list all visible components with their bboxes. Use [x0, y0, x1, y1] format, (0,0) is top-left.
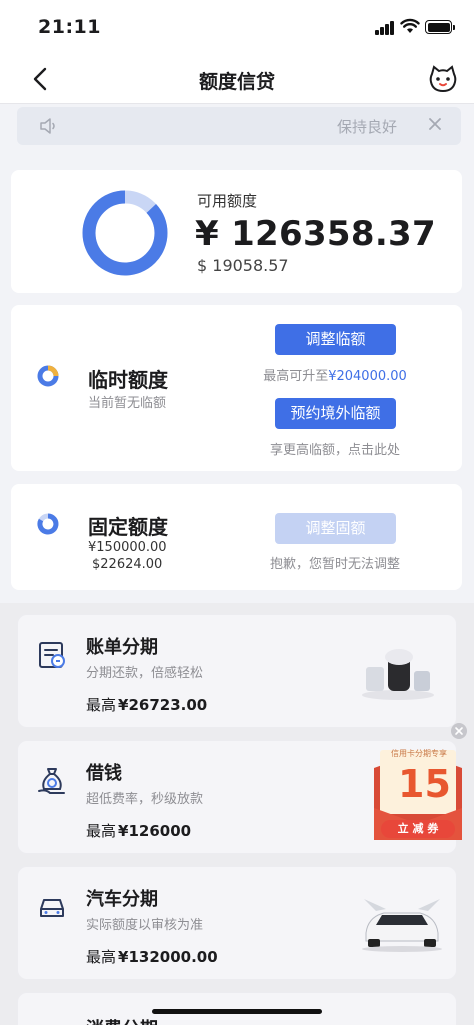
- appliances-illustration: [362, 649, 434, 700]
- notice-bar: 保持良好: [17, 107, 461, 145]
- speaker-icon: [40, 118, 55, 134]
- service-max: 最高 ¥26723.00: [86, 694, 207, 715]
- temporary-quota-max-note: 最高可升至¥204000.00: [245, 365, 425, 384]
- max-note-prefix: 最高可升至: [263, 369, 329, 384]
- service-desc: 实际额度以审核为准: [86, 918, 204, 933]
- car-illustration: [362, 899, 442, 952]
- service-title: 借钱: [86, 763, 122, 784]
- service-max-label: 最高: [86, 822, 117, 840]
- status-time: 21:11: [38, 16, 101, 38]
- fixed-quota-cny: ¥150000.00: [88, 540, 167, 555]
- notice-text: 保持良好: [336, 118, 397, 136]
- available-credit-usd: $ 19058.57: [197, 256, 289, 275]
- service-max-label: 最高: [86, 948, 117, 966]
- cat-mascot-icon[interactable]: [428, 64, 458, 94]
- coupon-number: 15: [398, 762, 451, 806]
- temporary-quota-card: 临时额度 当前暂无临额 调整临额 最高可升至¥204000.00 预约境外临额 …: [11, 305, 462, 471]
- max-note-value: ¥204000.00: [328, 369, 407, 384]
- service-desc: 分期还款，倍感轻松: [86, 666, 204, 681]
- service-max-value: ¥126000: [118, 822, 192, 840]
- coupon-tag: 信用卡分期专享: [391, 749, 447, 758]
- temporary-quota-subtitle: 当前暂无临额: [88, 396, 167, 411]
- temporary-quota-icon: [37, 365, 59, 387]
- overseas-quota-note: 享更高临额，点击此处: [269, 443, 400, 458]
- service-desc: 超低费率，秒级放款: [86, 792, 204, 807]
- available-credit-card: 可用额度 ¥ 126358.37 $ 19058.57: [11, 170, 462, 293]
- adjust-temporary-quota-button[interactable]: 调整临额: [275, 324, 396, 355]
- service-max-label: 最高: [86, 696, 117, 714]
- fixed-quota-title: 固定额度: [88, 515, 168, 539]
- service-title: 账单分期: [86, 637, 158, 658]
- service-title: 汽车分期: [86, 889, 158, 910]
- service-max-value: ¥26723.00: [118, 696, 208, 714]
- service-max: 最高 ¥126000: [86, 820, 191, 841]
- cellular-signal-icon: [375, 21, 395, 35]
- wifi-icon: [400, 18, 420, 33]
- car-icon: [40, 899, 64, 917]
- fixed-quota-icon: [37, 513, 59, 535]
- home-indicator: [152, 1009, 322, 1014]
- bill-installment-icon: [39, 642, 65, 668]
- temporary-quota-title: 临时额度: [88, 368, 168, 392]
- close-icon: [455, 727, 463, 735]
- money-bag-icon: [38, 768, 65, 794]
- service-card-bill-installment[interactable]: 账单分期 分期还款，倍感轻松 最高 ¥26723.00: [17, 614, 457, 728]
- credit-donut-chart: [82, 190, 168, 276]
- status-bar: 21:11: [0, 0, 474, 56]
- battery-icon: [425, 20, 455, 34]
- service-title: 消费分期: [86, 1015, 158, 1025]
- adjust-fixed-quota-button[interactable]: 调整固额: [275, 513, 396, 544]
- fixed-quota-card: 固定额度 ¥150000.00 $22624.00 调整固额 抱歉，您暂时无法调…: [11, 484, 462, 590]
- coupon-close-button[interactable]: [451, 723, 467, 739]
- service-max-value: ¥132000.00: [118, 948, 218, 966]
- available-credit-label: 可用额度: [197, 192, 258, 210]
- service-max: 最高 ¥132000.00: [86, 946, 218, 967]
- nav-bar: 额度信贷: [0, 56, 474, 104]
- fixed-quota-note: 抱歉，您暂时无法调整: [269, 557, 400, 572]
- page-title: 额度信贷: [198, 71, 275, 93]
- coupon-button[interactable]: 立 减 券: [381, 820, 455, 838]
- close-icon[interactable]: [427, 116, 443, 132]
- overseas-quota-button[interactable]: 预约境外临额: [275, 398, 396, 429]
- available-credit-amount: ¥ 126358.37: [195, 214, 436, 254]
- fixed-quota-usd: $22624.00: [92, 557, 163, 572]
- service-card-car-installment[interactable]: 汽车分期 实际额度以审核为准 最高 ¥132000.00: [17, 866, 457, 980]
